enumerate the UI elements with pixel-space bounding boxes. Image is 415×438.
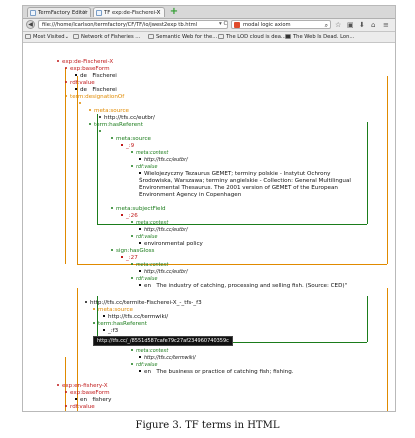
download-icon[interactable]: ⬇	[359, 19, 365, 31]
page-icon	[148, 34, 154, 39]
bookmark-web-is-dead[interactable]: The Web Is Dead. Lon...	[285, 32, 354, 42]
bookmark-list-icon[interactable]: ▣	[347, 19, 354, 31]
page-icon	[218, 34, 224, 39]
tree-node-property[interactable]: meta:context	[131, 348, 168, 355]
tab-current-term[interactable]: TF exp:de-Fischerei-X ×	[93, 7, 165, 17]
bookmark-semantic-web[interactable]: Semantic Web for the...	[148, 32, 217, 42]
search-text: modal logic axiom	[243, 22, 291, 28]
bookmark-lod-cloud[interactable]: The LOD cloud is dea...	[218, 32, 286, 42]
page-icon	[30, 10, 36, 16]
tree-node-property[interactable]: meta:source	[93, 307, 133, 314]
bookmark-network-fisheries[interactable]: Network of Fisheries ...	[73, 32, 140, 42]
navigation-bar: ◀ file:///home/lcarlson/termfactory/CF/T…	[23, 19, 395, 32]
tree-node-literal: en fishery	[75, 397, 111, 404]
magnifier-icon[interactable]: ⌕	[325, 21, 328, 28]
tab-strip: TermFactory Editor × TF exp:de-Fischerei…	[23, 6, 395, 19]
close-icon[interactable]: ×	[156, 8, 161, 17]
url-text: file:///home/lcarlson/termfactory/CF/TF/…	[42, 22, 198, 28]
link-tooltip: http://tfs.cc/_/8551d587cafe79c27af23496…	[93, 336, 233, 346]
tree-node-uri[interactable]: http://tfs.cc/termite-Fischerei-X_-_tfs-…	[85, 300, 202, 307]
tab-termfactory-editor[interactable]: TermFactory Editor ×	[27, 7, 91, 17]
url-bar[interactable]: file:///home/lcarlson/termfactory/CF/TF/…	[38, 20, 228, 29]
menu-icon[interactable]: ≡	[383, 19, 389, 31]
new-tab-button[interactable]: +	[169, 7, 179, 17]
back-button[interactable]: ◀	[26, 20, 35, 29]
reload-icon[interactable]: ▾ C	[219, 19, 227, 29]
tree-node-property[interactable]: term:hasReferent	[93, 321, 147, 328]
page-content-lower: http://tfs.cc/termite-Fischerei-X_-_tfs-…	[23, 42, 395, 411]
home-icon[interactable]: ⌂	[371, 19, 375, 31]
bookmark-most-visited[interactable]: Most Visited⌄	[25, 32, 69, 42]
tab-label: TermFactory Editor	[38, 10, 88, 16]
tree-node-property[interactable]: rdf:value	[65, 404, 95, 411]
page-icon	[285, 34, 291, 39]
figure-caption: Figure 3. TF terms in HTML	[135, 420, 280, 431]
star-icon[interactable]: ☆	[335, 19, 341, 31]
tab-label: TF exp:de-Fischerei-X	[104, 10, 161, 16]
tree-node-property[interactable]: exp:baseForm	[65, 390, 110, 397]
tree-node-root[interactable]: exp:en-fishery-X	[57, 383, 108, 390]
tree-node-blank-id[interactable]: _:f3	[103, 328, 118, 335]
page-icon	[96, 10, 102, 16]
tree-node-literal: en The business or practice of catching …	[139, 369, 294, 376]
tree-node-uri[interactable]: http://tfs.cc/termwiki/	[103, 314, 168, 321]
search-input[interactable]: modal logic axiom ⌕	[231, 20, 331, 29]
folder-icon	[25, 34, 31, 39]
page-icon	[73, 34, 79, 39]
close-icon[interactable]: ×	[82, 8, 87, 17]
tree-node-uri[interactable]: http://tfs.cc/termwiki/	[139, 355, 196, 362]
tree-node-property[interactable]: rdf:value	[131, 362, 157, 369]
search-engine-icon	[234, 22, 240, 28]
